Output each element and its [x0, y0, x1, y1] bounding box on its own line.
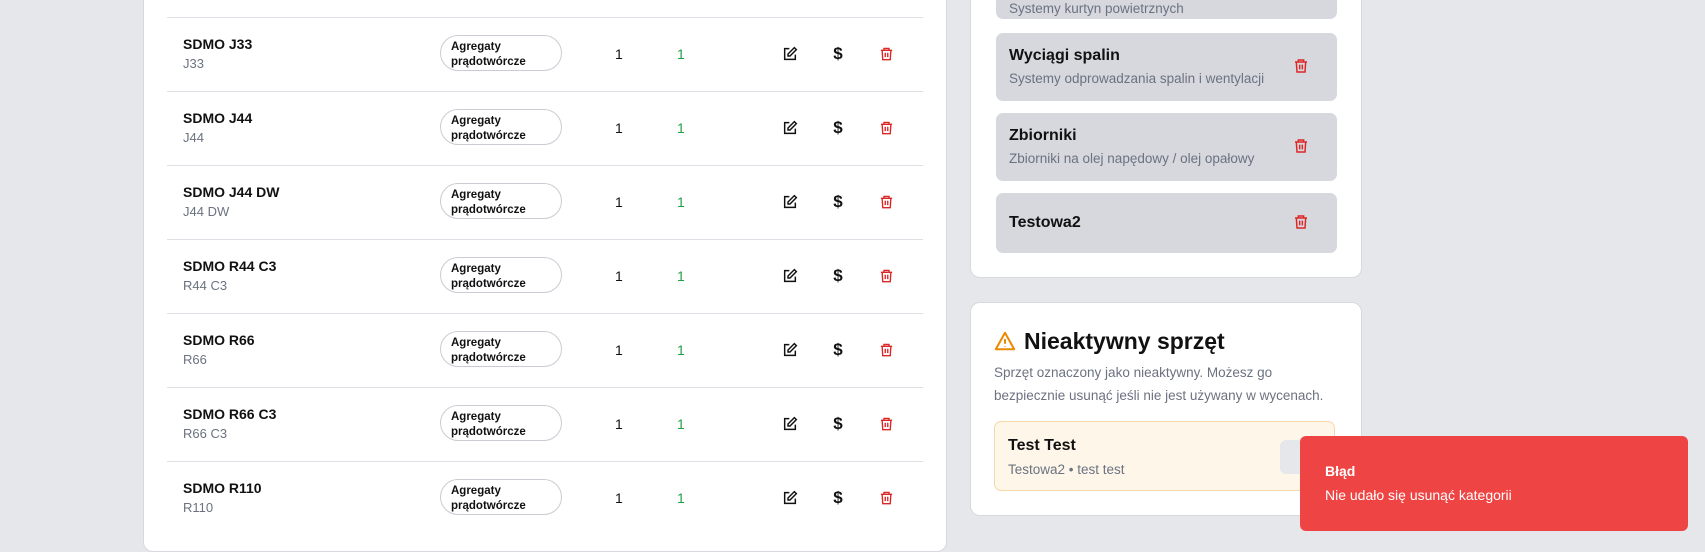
quantity-value: 1	[615, 342, 623, 358]
edit-icon[interactable]	[780, 118, 800, 138]
category-badge: Agregaty prądotwórcze	[440, 257, 562, 293]
category-description: Zbiorniki na olej napędowy / olej opałow…	[1009, 151, 1255, 166]
trash-icon[interactable]	[876, 118, 896, 138]
table-row: SDMO J44 J44 Agregaty prądotwórcze 1 1 $	[167, 91, 923, 165]
product-code: J44	[183, 130, 204, 145]
edit-icon[interactable]	[780, 266, 800, 286]
edit-icon[interactable]	[780, 192, 800, 212]
active-count-value: 1	[677, 194, 685, 210]
price-icon[interactable]: $	[828, 340, 848, 360]
active-count-value: 1	[677, 416, 685, 432]
product-code: J44 DW	[183, 204, 230, 219]
category-card[interactable]: Systemy kurtyn powietrznych	[996, 0, 1337, 19]
product-name: SDMO R66	[183, 332, 255, 348]
trash-icon[interactable]	[876, 44, 896, 64]
category-badge: Agregaty prądotwórcze	[440, 331, 562, 367]
table-row: SDMO R66 R66 Agregaty prądotwórcze 1 1 $	[167, 313, 923, 387]
category-description: Systemy kurtyn powietrznych	[1009, 1, 1184, 16]
error-toast[interactable]: Błąd Nie udało się usunąć kategorii	[1300, 436, 1688, 531]
product-code: R66	[183, 352, 207, 367]
product-code: J33	[183, 56, 204, 71]
category-card[interactable]: Testowa2	[996, 193, 1337, 253]
category-title: Zbiorniki	[1009, 127, 1077, 144]
edit-icon[interactable]	[780, 414, 800, 434]
product-name: SDMO R66 C3	[183, 406, 277, 422]
product-name: SDMO R110	[183, 480, 262, 496]
quantity-value: 1	[615, 490, 623, 506]
category-card[interactable]: Zbiorniki Zbiorniki na olej napędowy / o…	[996, 113, 1337, 181]
price-icon[interactable]: $	[828, 414, 848, 434]
price-icon[interactable]: $	[828, 44, 848, 64]
toast-title: Błąd	[1325, 463, 1356, 479]
table-row: SDMO R110 R110 Agregaty prądotwórcze 1 1…	[167, 461, 923, 535]
product-name: SDMO R44 C3	[183, 258, 277, 274]
equipment-list-panel: SDMO J33 J33 Agregaty prądotwórcze 1 1 $…	[143, 0, 947, 552]
quantity-value: 1	[615, 416, 623, 432]
category-badge: Agregaty prądotwórcze	[440, 405, 562, 441]
item-title: Test Test	[1008, 437, 1076, 454]
trash-icon[interactable]	[876, 340, 896, 360]
warning-icon	[994, 330, 1016, 352]
active-count-value: 1	[677, 120, 685, 136]
edit-icon[interactable]	[780, 44, 800, 64]
product-name: SDMO J44	[183, 110, 253, 126]
product-code: R110	[183, 500, 214, 515]
equipment-table: SDMO J33 J33 Agregaty prądotwórcze 1 1 $…	[167, 17, 923, 535]
table-row: SDMO J33 J33 Agregaty prądotwórcze 1 1 $	[167, 17, 923, 91]
edit-icon[interactable]	[780, 488, 800, 508]
active-count-value: 1	[677, 342, 685, 358]
toast-message: Nie udało się usunąć kategorii	[1325, 487, 1512, 503]
product-code: R44 C3	[183, 278, 228, 293]
price-icon[interactable]: $	[828, 266, 848, 286]
category-badge: Agregaty prądotwórcze	[440, 479, 562, 515]
trash-icon[interactable]	[876, 414, 896, 434]
quantity-value: 1	[615, 120, 623, 136]
category-title: Wyciągi spalin	[1009, 47, 1120, 64]
active-count-value: 1	[677, 46, 685, 62]
item-subtitle: Testowa2 • test test	[1008, 462, 1125, 477]
trash-icon[interactable]	[1293, 58, 1311, 76]
price-icon[interactable]: $	[828, 118, 848, 138]
category-badge: Agregaty prądotwórcze	[440, 183, 562, 219]
product-name: SDMO J44 DW	[183, 184, 280, 200]
category-card[interactable]: Wyciągi spalin Systemy odprowadzania spa…	[996, 33, 1337, 101]
table-row: SDMO R66 C3 R66 C3 Agregaty prądotwórcze…	[167, 387, 923, 461]
active-count-value: 1	[677, 490, 685, 506]
categories-panel: Systemy kurtyn powietrznych Wyciągi spal…	[970, 0, 1362, 278]
quantity-value: 1	[615, 268, 623, 284]
section-title: Nieaktywny sprzęt	[1024, 328, 1225, 354]
price-icon[interactable]: $	[828, 488, 848, 508]
active-count-value: 1	[677, 268, 685, 284]
quantity-value: 1	[615, 194, 623, 210]
product-name: SDMO J33	[183, 36, 253, 52]
price-icon[interactable]: $	[828, 192, 848, 212]
section-description: Sprzęt oznaczony jako nieaktywny. Możesz…	[994, 365, 1324, 403]
trash-icon[interactable]	[876, 266, 896, 286]
product-code: R66 C3	[183, 426, 228, 441]
category-badge: Agregaty prądotwórcze	[440, 35, 562, 71]
inactive-item: Test Test Testowa2 • test test	[994, 421, 1335, 491]
category-title: Testowa2	[1009, 214, 1081, 231]
trash-icon[interactable]	[1293, 214, 1311, 232]
category-badge: Agregaty prądotwórcze	[440, 109, 562, 145]
edit-icon[interactable]	[780, 340, 800, 360]
trash-icon[interactable]	[876, 192, 896, 212]
table-row: SDMO R44 C3 R44 C3 Agregaty prądotwórcze…	[167, 239, 923, 313]
table-row: SDMO J44 DW J44 DW Agregaty prądotwórcze…	[167, 165, 923, 239]
trash-icon[interactable]	[876, 488, 896, 508]
trash-icon[interactable]	[1293, 138, 1311, 156]
category-description: Systemy odprowadzania spalin i wentylacj…	[1009, 71, 1265, 86]
quantity-value: 1	[615, 46, 623, 62]
